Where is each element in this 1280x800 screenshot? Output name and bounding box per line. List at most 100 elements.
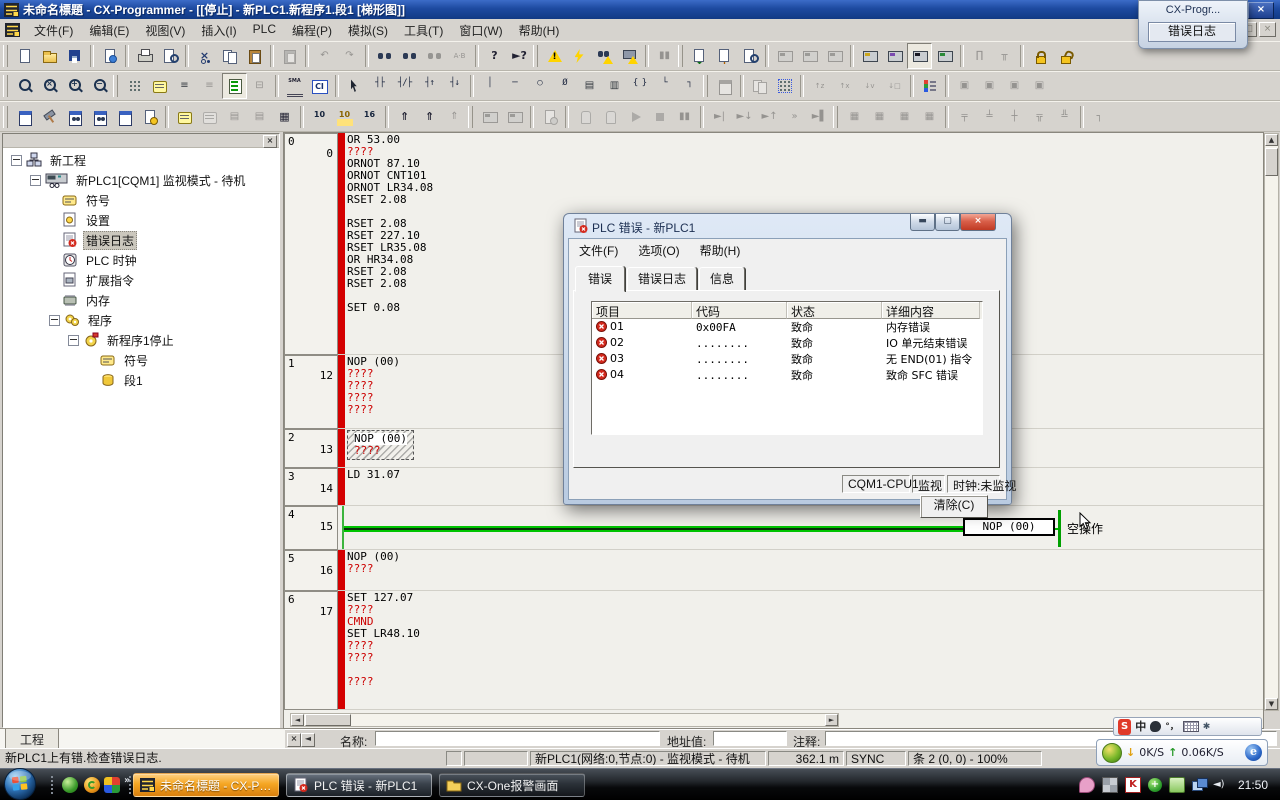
ime-language-bar[interactable]: S 中 °， ✱ bbox=[1113, 717, 1262, 736]
error-table[interactable]: 项目代码状态详细内容 010x00FA致命内存错误02........致命IO … bbox=[591, 301, 983, 435]
dialog-minimize-button[interactable]: ▬ bbox=[910, 214, 935, 231]
menu-item-3[interactable]: 视图(V) bbox=[137, 20, 193, 41]
lock-release-button[interactable] bbox=[1052, 43, 1077, 69]
tree-expand-icon[interactable] bbox=[68, 335, 79, 346]
vscroll-thumb[interactable] bbox=[1265, 148, 1278, 176]
menu-item-6[interactable]: 编程(P) bbox=[284, 20, 340, 41]
find-watch-button[interactable] bbox=[422, 43, 447, 69]
diff-up-button[interactable]: ╤ bbox=[952, 104, 977, 130]
error-row-4[interactable]: 04........致命致命 SFC 错误 bbox=[592, 367, 982, 383]
ladder-rung-4[interactable]: 415NOP (00)空操作 bbox=[284, 506, 1263, 550]
pause-button[interactable]: ▮▮ bbox=[652, 43, 677, 69]
address-input[interactable] bbox=[713, 731, 787, 746]
ci-view-button[interactable]: CI bbox=[307, 73, 332, 99]
tray-network-icon[interactable] bbox=[1192, 778, 1206, 792]
properties-button[interactable] bbox=[137, 104, 162, 130]
print-button[interactable] bbox=[132, 43, 157, 69]
start-button[interactable] bbox=[3, 767, 37, 800]
contact-nc-button[interactable]: ┤/├ bbox=[392, 73, 417, 99]
rung-wrap-button[interactable]: ≡ bbox=[197, 73, 222, 99]
dialog-close-button[interactable]: × bbox=[960, 214, 996, 231]
quicklaunch-icon-2[interactable] bbox=[84, 777, 100, 793]
sim-stop-button[interactable] bbox=[647, 104, 672, 130]
mon-3-button[interactable]: ▣ bbox=[1002, 73, 1027, 99]
error-table-header[interactable]: 项目代码状态详细内容 bbox=[592, 302, 982, 319]
select-mode-button[interactable] bbox=[342, 73, 367, 99]
menu-item-10[interactable]: 帮助(H) bbox=[511, 20, 568, 41]
build-button[interactable] bbox=[37, 104, 62, 130]
tray-grid-icon[interactable] bbox=[1102, 777, 1118, 793]
dialog-menu-item-1[interactable]: 文件(F) bbox=[569, 239, 628, 262]
network-speed-widget[interactable]: ↓ 0K/S ↑ 0.06K/S e bbox=[1096, 739, 1268, 766]
menu-item-7[interactable]: 模拟(S) bbox=[340, 20, 396, 41]
force-reset-button[interactable]: ↓□ bbox=[882, 73, 907, 99]
ime-input-method-icon[interactable]: S bbox=[1118, 719, 1131, 735]
pb-box-2-button[interactable]: ▥ bbox=[602, 73, 627, 99]
rung-margin[interactable]: 00 bbox=[284, 133, 338, 355]
paste-button[interactable] bbox=[242, 43, 267, 69]
step-run-button[interactable]: ►| bbox=[707, 104, 732, 130]
cut-button[interactable]: × bbox=[192, 43, 217, 69]
taskbar-button-3[interactable]: CX-One报警画面 bbox=[439, 773, 585, 797]
menu-item-2[interactable]: 编辑(E) bbox=[81, 20, 137, 41]
copy-button[interactable] bbox=[217, 43, 242, 69]
sim-pause-button[interactable]: ▮▮ bbox=[672, 104, 697, 130]
help-button[interactable]: ? bbox=[482, 43, 507, 69]
open-button[interactable] bbox=[37, 43, 62, 69]
upload-from-plc-button[interactable]: ↑ bbox=[712, 43, 737, 69]
online-edit-send-button[interactable] bbox=[597, 104, 622, 130]
quicklaunch-icon-1[interactable] bbox=[62, 777, 78, 793]
diff-both-button[interactable]: ┼ bbox=[1002, 104, 1027, 130]
simulator-button[interactable] bbox=[477, 104, 502, 130]
table-header-3[interactable]: 状态 bbox=[787, 302, 882, 319]
find-error-button[interactable] bbox=[592, 43, 617, 69]
rung-margin[interactable]: 314 bbox=[284, 468, 338, 506]
tray-palette-icon[interactable] bbox=[1079, 777, 1095, 793]
line-vertical-button[interactable]: │ bbox=[477, 73, 502, 99]
ime-language-icon[interactable]: 中 bbox=[1135, 719, 1146, 735]
sim-settings-button[interactable] bbox=[537, 104, 562, 130]
dialog-menu-item-3[interactable]: 帮助(H) bbox=[690, 239, 751, 262]
dialog-title-bar[interactable]: 16"> PLC 错误 - 新PLC1 ▬ ▢ × bbox=[564, 214, 1011, 238]
rung-margin[interactable]: 415 bbox=[284, 506, 338, 550]
window-watch-button[interactable] bbox=[87, 104, 112, 130]
dialog-tab-3[interactable]: 信息 bbox=[699, 267, 745, 291]
work-online-sim-button[interactable] bbox=[797, 43, 822, 69]
dialog-tab-1[interactable]: 错误 bbox=[575, 266, 625, 292]
corner-button[interactable]: ┐ bbox=[1087, 104, 1112, 130]
tree-expand-icon[interactable] bbox=[11, 155, 22, 166]
mem-mon-3-button[interactable]: ▦ bbox=[892, 104, 917, 130]
monitor-hex-button[interactable]: 16 bbox=[357, 104, 382, 130]
zoom-fit-button[interactable] bbox=[12, 73, 37, 99]
set-bit-button[interactable]: ↑z bbox=[807, 73, 832, 99]
ladder-rung-6[interactable]: 617SET 127.07????CMNDSET LR48.10????????… bbox=[284, 591, 1263, 710]
coil-button[interactable]: ○ bbox=[527, 73, 552, 99]
mon-1-button[interactable]: ▣ bbox=[952, 73, 977, 99]
mem-mon-1-button[interactable]: ▦ bbox=[842, 104, 867, 130]
quicklaunch-icon-3[interactable] bbox=[104, 777, 120, 793]
mode-monitor-button[interactable] bbox=[907, 43, 932, 69]
zoom-in-button[interactable]: + bbox=[62, 73, 87, 99]
name-input[interactable] bbox=[375, 731, 660, 746]
monitor-dec-button[interactable]: 10 bbox=[307, 104, 332, 130]
work-online-button[interactable] bbox=[772, 43, 797, 69]
section-insert-button[interactable] bbox=[172, 104, 197, 130]
symbols-window-button[interactable] bbox=[197, 104, 222, 130]
tree-expand-icon[interactable] bbox=[49, 315, 60, 326]
editbar-collapse-icon[interactable]: ◄ bbox=[301, 733, 315, 747]
print-preview-button[interactable] bbox=[157, 43, 182, 69]
transfer-symbols-button[interactable]: ⇑ bbox=[442, 104, 467, 130]
window-new-button[interactable] bbox=[12, 104, 37, 130]
output-window-button[interactable]: ▤ bbox=[247, 104, 272, 130]
mdi-close-icon[interactable]: × bbox=[1259, 22, 1276, 37]
instruction-box-button[interactable]: { } bbox=[627, 73, 652, 99]
ladder-rung-5[interactable]: 516NOP (00)???? bbox=[284, 550, 1263, 591]
mem-mon-4-button[interactable]: ▦ bbox=[917, 104, 942, 130]
tree-item-12[interactable]: 段1 bbox=[3, 370, 279, 390]
mon-4-button[interactable]: ▣ bbox=[1027, 73, 1052, 99]
context-help-button[interactable]: ►? bbox=[507, 43, 532, 69]
tray-update-icon[interactable]: + bbox=[1148, 778, 1162, 792]
rung-margin[interactable]: 617 bbox=[284, 591, 338, 710]
sma-view-button[interactable]: SMA bbox=[282, 73, 307, 99]
menu-item-4[interactable]: 插入(I) bbox=[193, 20, 244, 41]
